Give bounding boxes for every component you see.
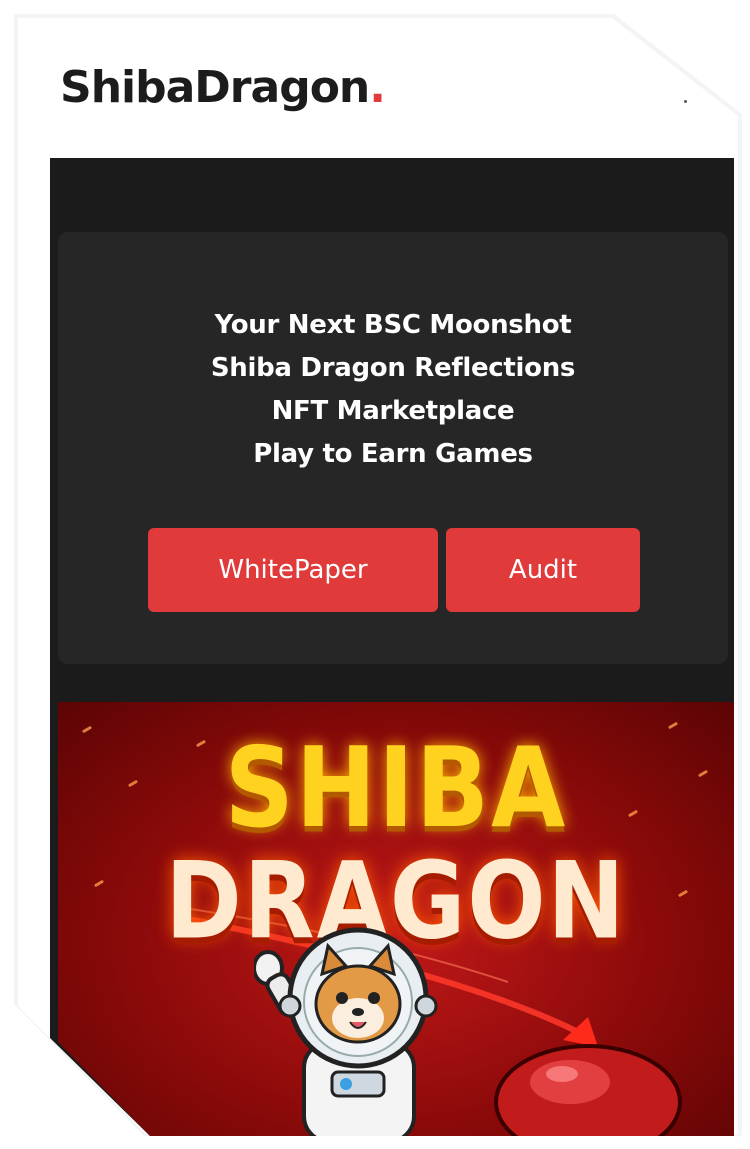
hero-card: Your Next BSC Moonshot Shiba Dragon Refl… bbox=[58, 232, 728, 664]
brand-logo[interactable]: ShibaDragon. bbox=[60, 62, 386, 122]
menu-dot-icon[interactable] bbox=[684, 100, 687, 103]
tagline-line: NFT Marketplace bbox=[271, 396, 515, 426]
brand-dot: . bbox=[369, 62, 386, 113]
banner-title-shiba: SHIBA bbox=[224, 723, 568, 853]
tagline-line: Play to Earn Games bbox=[253, 439, 533, 469]
whitepaper-button[interactable]: WhitePaper bbox=[148, 528, 438, 612]
shiba-dragon-banner: SHIBA DRAGON bbox=[58, 702, 734, 1136]
tagline-line: Shiba Dragon Reflections bbox=[210, 353, 576, 383]
tagline-list: Your Next BSC Moonshot Shiba Dragon Refl… bbox=[58, 304, 728, 476]
rocket-ship-icon bbox=[494, 1044, 682, 1136]
audit-button[interactable]: Audit bbox=[446, 528, 640, 612]
shiba-astronaut-icon bbox=[254, 927, 438, 1136]
tagline-line: Your Next BSC Moonshot bbox=[214, 310, 572, 340]
brand-name: ShibaDragon bbox=[60, 62, 370, 113]
page-frame: ShibaDragon. Your Next BSC Moonshot Shib… bbox=[0, 0, 750, 1149]
